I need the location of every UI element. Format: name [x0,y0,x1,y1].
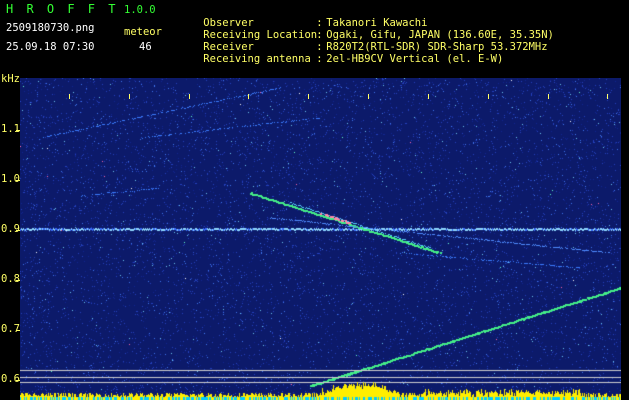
frequency-tick [16,230,20,231]
time-tick [248,94,249,99]
meteor-counter-label: meteor [124,26,162,38]
date-time: 25.09.18 07:30 [6,41,95,53]
file-name: 2509180730.png [6,22,95,34]
time-tick [69,94,70,99]
info-label: Receiving antenna [203,53,311,65]
info-separator: : [316,53,323,65]
frequency-tick [16,280,20,281]
hrofft-window: H R O F F T 1.0.0 2509180730.png 25.09.1… [0,0,629,400]
frequency-tick [16,180,20,181]
time-tick [607,94,608,99]
time-tick [368,94,369,99]
frequency-label: 1.0 [1,173,20,185]
frequency-label: 1.1 [1,123,20,135]
info-value: 2el-HB9CV Vertical (el. E-W) [326,53,504,65]
time-tick [308,94,309,99]
frequency-label: 0.7 [1,323,20,335]
app-name: H R O F F T [6,2,119,16]
frequency-tick [16,330,20,331]
frequency-label: 0.8 [1,273,20,285]
time-tick [129,94,130,99]
time-tick [488,94,489,99]
frequency-unit-label: kHz [1,73,20,85]
frequency-tick [16,380,20,381]
frequency-label: 0.6 [1,373,20,385]
app-version: 1.0.0 [124,4,156,16]
spectrogram-canvas [20,78,621,400]
time-tick [189,94,190,99]
time-tick [428,94,429,99]
info-row-antenna: Receiving antenna:2el-HB9CV Vertical (el… [178,41,503,77]
time-tick [548,94,549,99]
frequency-tick [16,130,20,131]
spectrogram-plot [20,78,621,400]
meteor-counter-value: 46 [139,41,152,53]
frequency-label: 0.9 [1,223,20,235]
